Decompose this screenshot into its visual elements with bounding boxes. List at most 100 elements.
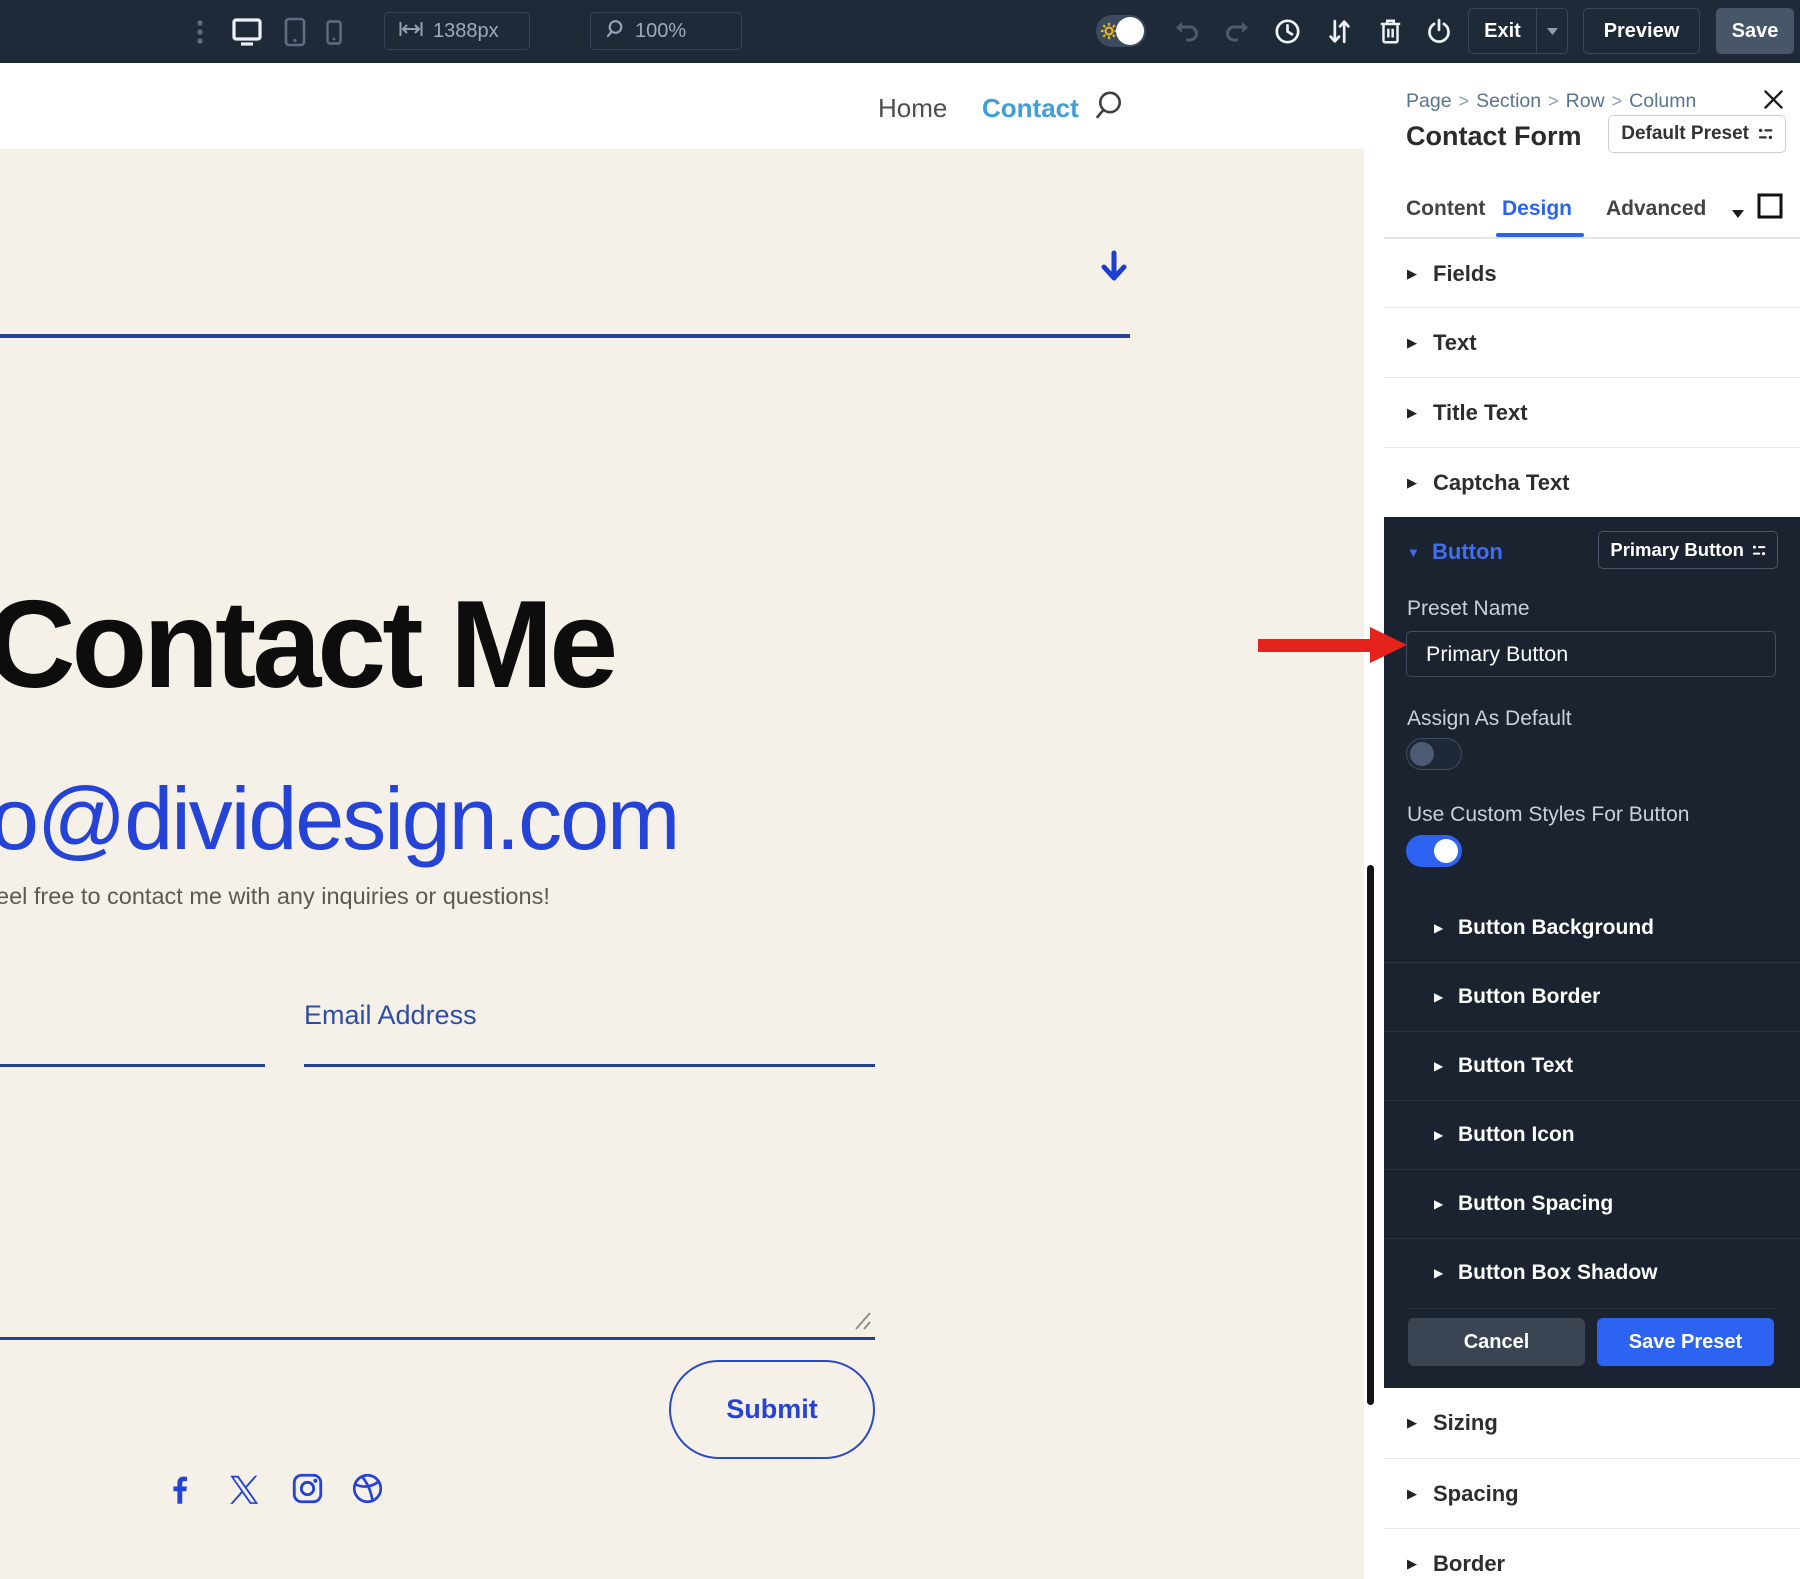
divi-builder-app: 1388px 100% xyxy=(0,0,1800,1579)
section-title-text[interactable]: ▶ Title Text xyxy=(1384,377,1800,447)
assign-default-toggle[interactable] xyxy=(1406,738,1462,770)
caret-right-icon: ▶ xyxy=(1434,990,1446,1004)
tab-design[interactable]: Design xyxy=(1502,197,1572,221)
breadcrumb: Page>Section>Row>Column xyxy=(1406,90,1696,113)
x-twitter-icon[interactable] xyxy=(228,1475,260,1505)
sort-arrows-icon[interactable] xyxy=(1326,18,1352,45)
toggle-knob xyxy=(1410,742,1434,766)
close-icon[interactable] xyxy=(1763,89,1784,115)
facebook-icon[interactable] xyxy=(166,1473,194,1505)
zoom-level-input[interactable]: 100% xyxy=(590,12,742,50)
intro-text: eel free to contact me with any inquirie… xyxy=(0,883,550,910)
submit-button[interactable]: Submit xyxy=(669,1360,875,1459)
subsection-label: Button Text xyxy=(1458,1054,1573,1078)
save-preset-label: Save Preset xyxy=(1629,1331,1742,1354)
custom-styles-toggle[interactable] xyxy=(1406,835,1462,867)
section-captcha-text[interactable]: ▶ Captcha Text xyxy=(1384,447,1800,517)
redo-icon[interactable] xyxy=(1224,21,1252,43)
caret-right-icon: ▶ xyxy=(1434,1197,1446,1211)
section-sizing[interactable]: ▶ Sizing xyxy=(1384,1388,1800,1458)
tab-advanced[interactable]: Advanced xyxy=(1606,197,1706,221)
history-clock-icon[interactable] xyxy=(1274,18,1301,45)
power-icon[interactable] xyxy=(1426,18,1452,45)
subsection-button-background[interactable]: ▶ Button Background xyxy=(1384,893,1800,962)
phone-view-icon[interactable] xyxy=(326,20,342,45)
caret-right-icon: ▶ xyxy=(1407,266,1419,282)
section-text[interactable]: ▶ Text xyxy=(1384,307,1800,377)
instagram-icon[interactable] xyxy=(292,1473,323,1504)
chevron-down-icon xyxy=(1547,28,1558,35)
section-fields[interactable]: ▶ Fields xyxy=(1384,238,1800,308)
site-header: Home Contact xyxy=(0,63,1384,150)
subsection-label: Button Spacing xyxy=(1458,1192,1613,1216)
responsive-width-value: 1388px xyxy=(433,20,499,43)
caret-right-icon: ▶ xyxy=(1434,1128,1446,1142)
search-icon[interactable] xyxy=(1094,90,1124,128)
section-spacing[interactable]: ▶ Spacing xyxy=(1384,1458,1800,1528)
caret-right-icon: ▶ xyxy=(1434,921,1446,935)
cancel-button[interactable]: Cancel xyxy=(1408,1318,1585,1366)
undo-icon[interactable] xyxy=(1172,21,1200,43)
subsection-button-border[interactable]: ▶ Button Border xyxy=(1384,962,1800,1031)
exit-button[interactable]: Exit xyxy=(1468,8,1568,54)
assign-default-label: Assign As Default xyxy=(1407,707,1572,731)
subsection-button-text[interactable]: ▶ Button Text xyxy=(1384,1031,1800,1100)
subsection-label: Button Background xyxy=(1458,916,1654,940)
subsection-label: Button Border xyxy=(1458,985,1600,1009)
subsection-button-icon[interactable]: ▶ Button Icon xyxy=(1384,1100,1800,1169)
preview-button[interactable]: Preview xyxy=(1583,8,1700,54)
section-label: Text xyxy=(1433,330,1477,356)
page-title: Contact Me xyxy=(0,583,614,707)
builder-toolbar: 1388px 100% xyxy=(0,0,1800,63)
exit-dropdown[interactable] xyxy=(1536,9,1567,53)
section-border[interactable]: ▶ Border xyxy=(1384,1528,1800,1579)
tab-content[interactable]: Content xyxy=(1406,197,1485,221)
section-label: Title Text xyxy=(1433,400,1528,426)
breadcrumb-row[interactable]: Row xyxy=(1566,90,1605,112)
tabs-dropdown-icon[interactable] xyxy=(1732,205,1744,223)
caret-right-icon: ▶ xyxy=(1407,1556,1419,1572)
toggle-knob xyxy=(1434,839,1458,863)
button-section: ▼ Button Primary Button Preset Name Prim… xyxy=(1384,517,1800,1388)
section-label: Border xyxy=(1433,1551,1505,1577)
preview-label: Preview xyxy=(1604,20,1680,43)
scroll-down-arrow-icon[interactable] xyxy=(1096,249,1132,290)
breadcrumb-section[interactable]: Section xyxy=(1476,90,1541,112)
message-field-underline[interactable] xyxy=(0,1337,875,1340)
responsive-desktop-icon[interactable] xyxy=(1756,192,1784,225)
breadcrumb-page[interactable]: Page xyxy=(1406,90,1452,112)
button-section-title[interactable]: Button xyxy=(1432,539,1503,565)
default-preset-button[interactable]: Default Preset xyxy=(1608,115,1786,153)
email-field-underline[interactable] xyxy=(304,1064,875,1067)
menu-dots-icon[interactable] xyxy=(196,19,204,45)
name-field-underline[interactable] xyxy=(0,1064,265,1067)
subsection-button-spacing[interactable]: ▶ Button Spacing xyxy=(1384,1169,1800,1238)
section-label: Sizing xyxy=(1433,1410,1498,1436)
save-label: Save xyxy=(1732,20,1779,43)
trash-icon[interactable] xyxy=(1378,18,1403,45)
subsection-label: Button Box Shadow xyxy=(1458,1261,1657,1285)
default-preset-label: Default Preset xyxy=(1621,123,1749,145)
save-button[interactable]: Save xyxy=(1716,8,1794,54)
textarea-resize-handle-icon[interactable] xyxy=(846,1309,872,1336)
desktop-view-icon[interactable] xyxy=(230,17,264,47)
save-preset-button[interactable]: Save Preset xyxy=(1597,1318,1774,1366)
canvas-scrollbar-thumb[interactable] xyxy=(1367,865,1374,1405)
preset-name-input[interactable]: Primary Button xyxy=(1406,631,1776,677)
responsive-width-input[interactable]: 1388px xyxy=(384,12,530,50)
builder-canvas: Home Contact Contact Me o@dividesign.com… xyxy=(0,63,1384,1579)
breadcrumb-column[interactable]: Column xyxy=(1629,90,1696,112)
section-label: Fields xyxy=(1433,261,1497,287)
dribbble-icon[interactable] xyxy=(352,1473,383,1504)
caret-right-icon: ▶ xyxy=(1407,335,1419,351)
custom-styles-label: Use Custom Styles For Button xyxy=(1407,803,1689,827)
nav-contact-link[interactable]: Contact xyxy=(982,93,1079,124)
footer-divider xyxy=(1408,1308,1776,1309)
email-link[interactable]: o@dividesign.com xyxy=(0,775,678,863)
tablet-view-icon[interactable] xyxy=(284,17,306,47)
subsection-button-box-shadow[interactable]: ▶ Button Box Shadow xyxy=(1384,1238,1800,1307)
nav-home-link[interactable]: Home xyxy=(878,93,947,124)
button-preset-chip[interactable]: Primary Button xyxy=(1598,531,1778,569)
builder-settings-toggle[interactable] xyxy=(1096,15,1146,47)
caret-right-icon: ▶ xyxy=(1407,405,1419,421)
